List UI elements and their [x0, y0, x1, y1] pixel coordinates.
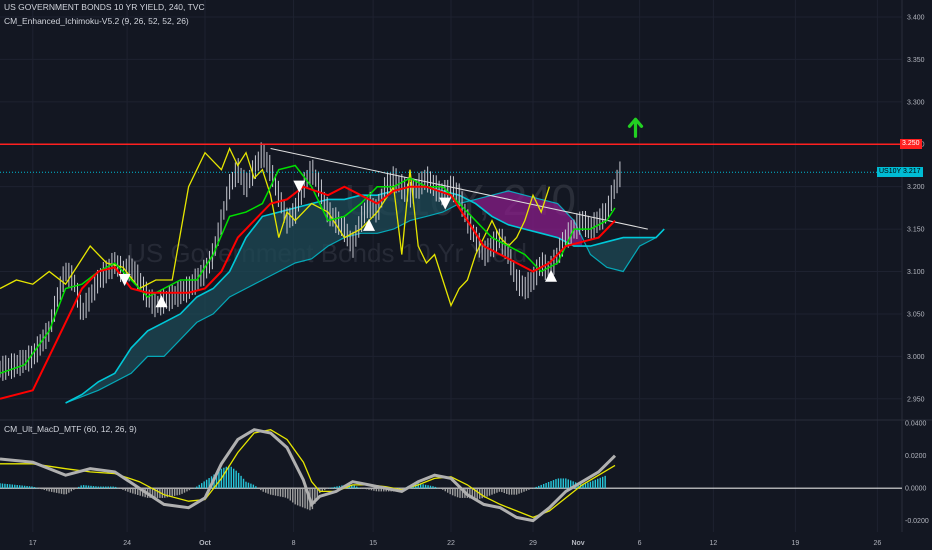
price-tick-label: 3.300 [907, 99, 925, 106]
price-tick-label: 3.350 [907, 57, 925, 64]
chart-canvas[interactable]: US10Y, 240US Government Bonds 10 Yr Yiel… [0, 0, 932, 550]
axes: 3.400 3.350 3.300 3.250 3.200 3.150 3.100 3.050… [29, 14, 929, 547]
price-tick-label: 3.000 [907, 354, 925, 361]
time-tick-label: Oct [199, 540, 211, 547]
time-tick-label: 15 [369, 540, 377, 547]
buy-signal-triangle [155, 295, 168, 308]
macd-tick-label: 0.0200 [905, 453, 927, 460]
time-tick-label: 24 [123, 540, 131, 547]
macd-tick-label: 0.0400 [905, 421, 927, 428]
macd-tick-label: 0.0000 [905, 486, 927, 493]
macd-legend[interactable]: CM_Ult_MacD_MTF (60, 12, 26, 9) [4, 424, 137, 434]
price-tick-label: 3.100 [907, 269, 925, 276]
ichimoku-legend[interactable]: CM_Enhanced_Ichimoku-V5.2 (9, 26, 52, 52… [4, 16, 189, 26]
time-tick-label: 17 [29, 540, 37, 547]
price-tick-label: 3.050 [907, 311, 925, 318]
time-tick-label: 19 [792, 540, 800, 547]
price-tick-label: 2.950 [907, 396, 925, 403]
price-tick-label: 3.150 [907, 227, 925, 234]
chart-root: US10Y, 240US Government Bonds 10 Yr Yiel… [0, 0, 932, 550]
price-tick-label: 3.400 [907, 14, 925, 21]
resistance-price-badge: 3.250 [900, 139, 922, 150]
time-tick-label: 6 [638, 540, 642, 547]
time-tick-label: 8 [292, 540, 296, 547]
cloud-segment [65, 186, 468, 403]
time-tick-label: 22 [447, 540, 455, 547]
macd-tick-label: -0.0200 [905, 518, 929, 525]
price-tick-label: 3.200 [907, 184, 925, 191]
time-tick-label: 12 [710, 540, 718, 547]
time-tick-label: 26 [874, 540, 882, 547]
time-tick-label: 29 [529, 540, 537, 547]
symbol-title: US GOVERNMENT BONDS 10 YR YIELD, 240, TV… [4, 2, 205, 12]
time-tick-label: Nov [571, 540, 584, 547]
current-price-badge: US10Y 3.217 [877, 167, 923, 178]
